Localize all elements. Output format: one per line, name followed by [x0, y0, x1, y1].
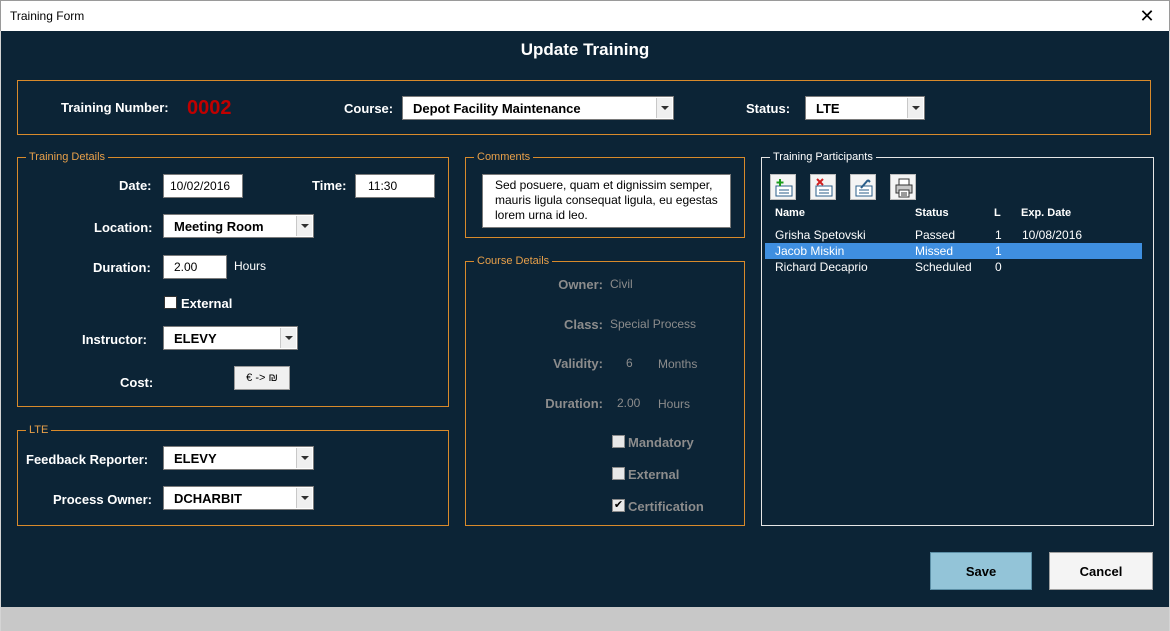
save-button[interactable]: Save: [930, 552, 1032, 590]
course-select-value: Depot Facility Maintenance: [413, 101, 581, 116]
training-number-value: 0002: [187, 97, 232, 119]
location-select[interactable]: Meeting Room: [163, 214, 314, 238]
status-select-value: LTE: [816, 101, 840, 116]
duration-label: Duration:: [93, 260, 151, 275]
participant-name: Grisha Spetovski: [775, 228, 866, 242]
participant-name: Jacob Miskin: [775, 244, 845, 258]
comments-textarea[interactable]: Sed posuere, quam et dignissim semper, m…: [482, 174, 731, 228]
date-field[interactable]: 10/02/2016: [163, 174, 243, 198]
process-owner-select[interactable]: DCHARBIT: [163, 486, 314, 510]
process-owner-label: Process Owner:: [53, 492, 152, 507]
location-select-value: Meeting Room: [174, 219, 264, 234]
close-icon[interactable]: ✕: [1125, 1, 1169, 31]
participant-l: 1: [995, 244, 1002, 258]
edit-participant-button[interactable]: [850, 174, 876, 200]
participant-exp-date: 10/08/2016: [1022, 228, 1083, 242]
page-title: Update Training: [520, 40, 650, 59]
course-details-frame: Course Details: [465, 255, 745, 526]
time-field[interactable]: 11:30: [355, 174, 435, 198]
chevron-down-icon[interactable]: [656, 98, 672, 118]
duration-unit: Hours: [234, 259, 267, 273]
cost-label: Cost:: [120, 375, 154, 390]
edit-participant-icon: [855, 179, 873, 197]
add-participant-icon: [775, 179, 793, 197]
table-row[interactable]: Grisha Spetovski Passed 1 10/08/2016: [765, 227, 1142, 243]
training-details-legend: Training Details: [26, 151, 109, 164]
validity-value: 6: [626, 356, 633, 370]
external-checkbox[interactable]: [164, 296, 177, 309]
lte-frame: LTE: [17, 424, 449, 526]
validity-label: Validity:: [553, 356, 603, 371]
mandatory-label: Mandatory: [628, 435, 694, 450]
column-header-exp-date[interactable]: Exp. Date: [1021, 207, 1071, 219]
owner-value: Civil: [610, 277, 633, 291]
course-duration-value: 2.00: [617, 396, 641, 410]
class-value: Special Process: [610, 317, 697, 331]
instructor-select[interactable]: ELEVY: [163, 326, 298, 350]
participant-status: Scheduled: [915, 260, 972, 274]
course-external-checkbox: [612, 467, 625, 480]
external-label: External: [181, 296, 233, 311]
course-duration-label: Duration:: [545, 396, 603, 411]
chevron-down-icon[interactable]: [296, 488, 312, 508]
time-label: Time:: [312, 178, 347, 193]
window-title: Training Form: [10, 9, 85, 23]
instructor-select-value: ELEVY: [174, 331, 217, 346]
status-strip: [1, 607, 1169, 631]
participant-l: 0: [995, 260, 1002, 274]
add-participant-button[interactable]: [770, 174, 796, 200]
training-form: Update Training Training Number: 0002 Co…: [1, 31, 1169, 607]
location-label: Location:: [94, 220, 153, 235]
lte-legend: LTE: [26, 424, 52, 437]
course-external-label: External: [628, 467, 680, 482]
date-label: Date:: [119, 178, 152, 193]
status-label: Status:: [746, 101, 791, 116]
feedback-reporter-select-value: ELEVY: [174, 451, 217, 466]
window-titlebar: Training Form ✕: [0, 0, 1170, 31]
certification-label: Certification: [628, 499, 704, 514]
participant-status: Passed: [915, 228, 956, 242]
feedback-reporter-select[interactable]: ELEVY: [163, 446, 314, 470]
remove-participant-button[interactable]: [810, 174, 836, 200]
course-details-legend: Course Details: [474, 255, 553, 268]
column-header-name[interactable]: Name: [775, 207, 805, 219]
validity-unit: Months: [658, 357, 698, 371]
column-header-l[interactable]: L: [994, 207, 1001, 219]
currency-convert-button[interactable]: € -> ₪: [234, 366, 290, 390]
course-duration-unit: Hours: [658, 397, 691, 411]
process-owner-select-value: DCHARBIT: [174, 491, 242, 506]
participant-status: Missed: [915, 244, 954, 258]
training-number-label: Training Number:: [61, 100, 169, 115]
chevron-down-icon[interactable]: [280, 328, 296, 348]
column-header-status[interactable]: Status: [915, 207, 949, 219]
certification-checkbox: ✔: [612, 499, 625, 512]
remove-participant-icon: [815, 178, 833, 197]
chevron-down-icon[interactable]: [296, 448, 312, 468]
duration-field[interactable]: 2.00: [163, 255, 227, 279]
print-participants-icon: [895, 178, 913, 198]
participants-legend: Training Participants: [770, 151, 876, 164]
participant-l: 1: [995, 228, 1002, 242]
owner-label: Owner:: [558, 277, 603, 292]
participant-name: Richard Decaprio: [775, 260, 868, 274]
chevron-down-icon[interactable]: [296, 216, 312, 236]
participants-frame: Training Participants: [761, 151, 1154, 526]
course-label: Course:: [344, 101, 394, 116]
class-label: Class:: [563, 317, 603, 332]
course-select[interactable]: Depot Facility Maintenance: [402, 96, 674, 120]
print-participants-button[interactable]: [890, 174, 916, 200]
cancel-button[interactable]: Cancel: [1049, 552, 1153, 590]
table-row[interactable]: Jacob Miskin Missed 1: [765, 243, 1142, 259]
mandatory-checkbox: [612, 435, 625, 448]
comments-legend: Comments: [474, 151, 534, 164]
feedback-reporter-label: Feedback Reporter:: [26, 452, 149, 467]
chevron-down-icon[interactable]: [907, 98, 923, 118]
instructor-label: Instructor:: [82, 332, 147, 347]
status-select[interactable]: LTE: [805, 96, 925, 120]
table-row[interactable]: Richard Decaprio Scheduled 0: [765, 259, 1142, 275]
